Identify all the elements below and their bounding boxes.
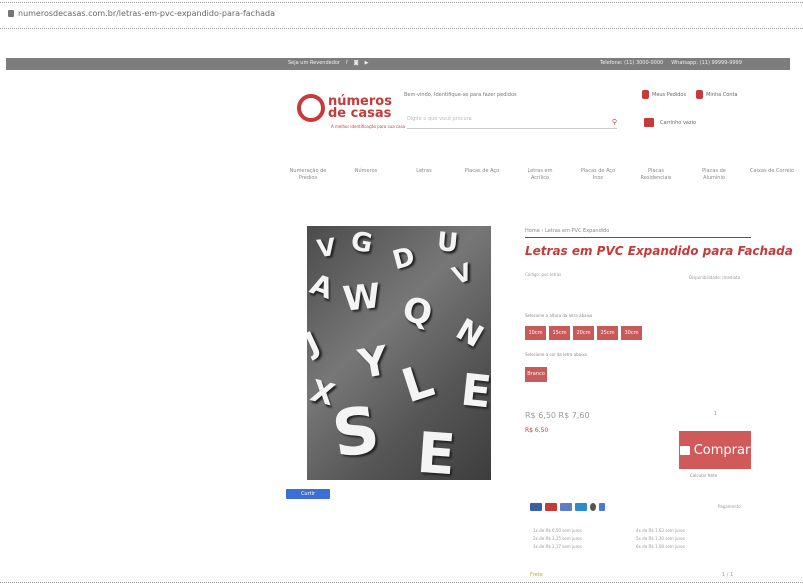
main-nav: Numeração de Prédios Números Letras Plac… — [286, 168, 794, 182]
logo-tagline: A melhor identificação para sua casa — [331, 124, 406, 129]
logo-icon — [297, 94, 325, 122]
search-input[interactable]: Digite o que você procura ⚲ — [407, 116, 617, 129]
size-option[interactable]: 30cm — [621, 326, 642, 340]
buy-label: Comprar — [693, 442, 751, 458]
search-icon[interactable]: ⚲ — [612, 118, 617, 126]
shipping-link[interactable]: Calcular frete — [690, 473, 717, 478]
installment: 1x de R$ 6,50 sem juros — [533, 528, 582, 533]
quantity-field[interactable]: 1 — [714, 411, 717, 417]
size-option[interactable]: 25cm — [597, 326, 618, 340]
nav-item[interactable]: Caixas de Correio — [750, 168, 794, 182]
facebook-like-button[interactable]: Curtir — [286, 489, 330, 499]
nav-item[interactable]: Placas de Aço — [460, 168, 504, 182]
nav-item[interactable]: Placas de Aço Inox — [576, 168, 620, 182]
nav-item[interactable]: Letras — [402, 168, 446, 182]
payment-label: Pagamento — [718, 504, 741, 509]
cart-label: Carrinho vazio — [660, 119, 697, 126]
boleto-icon — [590, 503, 596, 511]
product-ref: Código: pvc-letras — [525, 272, 562, 277]
size-label: Selecione a altura da letra abaixo — [525, 313, 593, 318]
breadcrumb[interactable]: Home › Letras em PVC Expandido — [525, 228, 751, 238]
color-option[interactable]: Branco — [525, 367, 547, 382]
installments-right: 4x de R$ 1,63 sem juros 5x de R$ 1,30 se… — [636, 527, 685, 551]
availability: Disponibilidade: Imediata — [689, 275, 741, 280]
installment: 4x de R$ 1,63 sem juros — [636, 528, 685, 533]
installments-left: 1x de R$ 6,50 sem juros 2x de R$ 3,25 se… — [533, 527, 582, 551]
size-option[interactable]: 15cm — [549, 326, 570, 340]
installment: 5x de R$ 1,30 sem juros — [636, 536, 685, 541]
elo-icon — [575, 503, 587, 511]
search-placeholder: Digite o que você procura — [407, 116, 472, 122]
account-icon — [696, 90, 704, 99]
nav-item[interactable]: Numeração de Prédios — [286, 168, 330, 182]
phone-text: Telefone: (11) 3000-0000 — [600, 60, 664, 66]
cart-icon — [644, 118, 654, 127]
footer-right: 1 / 1 — [722, 572, 734, 578]
top-bar: Seja um Revendedor f ◙ ▶ Telefone: (11) … — [6, 58, 790, 70]
installment: 3x de R$ 2,17 sem juros — [533, 544, 582, 549]
facebook-icon[interactable]: f — [346, 60, 348, 66]
nav-item[interactable]: Placas Residenciais — [634, 168, 678, 182]
nav-item[interactable]: Números — [344, 168, 388, 182]
color-label: Selecione a cor da letra abaixo — [525, 352, 587, 357]
visa-icon — [530, 503, 542, 511]
top-border — [0, 2, 803, 3]
orders-link[interactable]: Meus Pedidos — [642, 90, 686, 99]
product-image[interactable]: V G D U V A W Q J N Y L E X S E — [307, 226, 491, 480]
amex-icon — [560, 503, 572, 511]
lock-icon — [8, 10, 14, 17]
nav-item[interactable]: Letras em Acrílico — [518, 168, 562, 182]
size-option[interactable]: 10cm — [525, 326, 546, 340]
footer-left: Frete — [530, 572, 543, 578]
orders-label: Meus Pedidos — [652, 92, 687, 98]
installment: 6x de R$ 1,08 sem juros — [636, 544, 685, 549]
account-label: Minha Conta — [706, 92, 738, 98]
account-link[interactable]: Minha Conta — [696, 90, 738, 99]
installment: 2x de R$ 3,25 sem juros — [533, 536, 582, 541]
nav-item[interactable]: Placas de Alumínio — [692, 168, 736, 182]
site-logo[interactable]: números de casas A melhor identificação … — [297, 94, 405, 129]
price-old: R$ 6,50 R$ 7,60 — [525, 411, 590, 420]
size-options: 10cm 15cm 20cm 25cm 30cm — [525, 326, 642, 340]
size-option[interactable]: 20cm — [573, 326, 594, 340]
pix-icon — [599, 503, 605, 511]
logo-line2: de casas — [328, 106, 392, 121]
price-current: R$ 6,50 — [525, 427, 549, 434]
divider — [0, 28, 803, 29]
cart-link[interactable]: Carrinho vazio — [644, 118, 696, 127]
url-text: numerosdecasas.com.br/letras-em-pvc-expa… — [18, 9, 276, 18]
reseller-link[interactable]: Seja um Revendedor — [288, 60, 340, 66]
address-bar[interactable]: numerosdecasas.com.br/letras-em-pvc-expa… — [8, 9, 275, 18]
payment-icons — [530, 503, 605, 511]
mastercard-icon — [545, 503, 557, 511]
youtube-icon[interactable]: ▶ — [365, 60, 369, 66]
buy-button[interactable]: Comprar — [679, 431, 751, 469]
welcome-text[interactable]: Bem-vindo, Identifique-se para fazer ped… — [404, 92, 517, 98]
bottom-border — [0, 582, 803, 583]
cart-icon — [679, 445, 690, 455]
whatsapp-text: Whatsapp: (11) 99999-9999 — [671, 60, 742, 66]
orders-icon — [642, 90, 649, 99]
product-title: Letras em PVC Expandido para Fachada — [525, 244, 793, 258]
instagram-icon[interactable]: ◙ — [354, 60, 359, 66]
